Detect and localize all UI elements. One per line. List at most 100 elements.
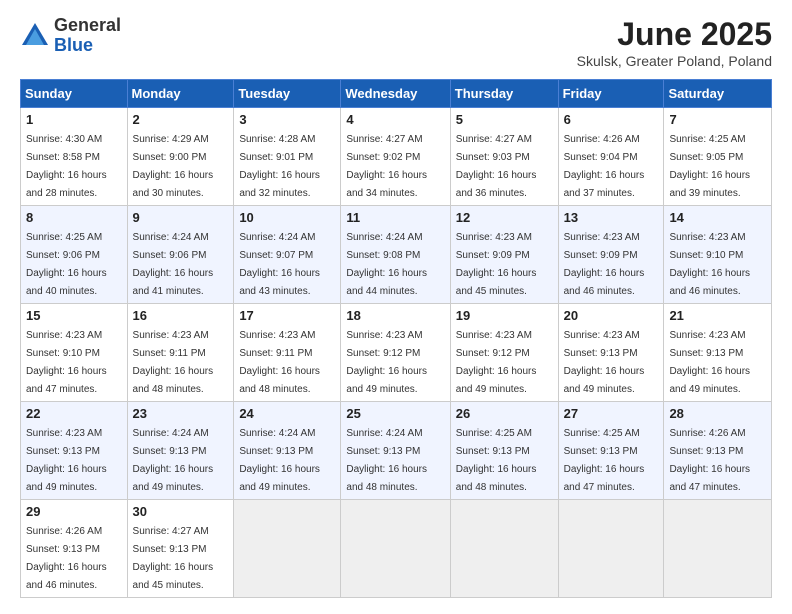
- day-number: 27: [564, 406, 659, 421]
- day-number: 1: [26, 112, 122, 127]
- day-info: Sunrise: 4:24 AMSunset: 9:13 PMDaylight:…: [133, 428, 214, 493]
- day-number: 18: [346, 308, 444, 323]
- table-row: 2 Sunrise: 4:29 AMSunset: 9:00 PMDayligh…: [127, 108, 234, 206]
- day-info: Sunrise: 4:23 AMSunset: 9:09 PMDaylight:…: [564, 232, 645, 297]
- day-number: 23: [133, 406, 229, 421]
- calendar-table: Sunday Monday Tuesday Wednesday Thursday…: [20, 79, 772, 598]
- day-number: 9: [133, 210, 229, 225]
- day-info: Sunrise: 4:28 AMSunset: 9:01 PMDaylight:…: [239, 134, 320, 199]
- table-row: 1 Sunrise: 4:30 AMSunset: 8:58 PMDayligh…: [21, 108, 128, 206]
- table-row: 13 Sunrise: 4:23 AMSunset: 9:09 PMDaylig…: [558, 206, 664, 304]
- day-info: Sunrise: 4:23 AMSunset: 9:12 PMDaylight:…: [346, 330, 427, 395]
- day-number: 4: [346, 112, 444, 127]
- table-row: 26 Sunrise: 4:25 AMSunset: 9:13 PMDaylig…: [450, 402, 558, 500]
- day-number: 22: [26, 406, 122, 421]
- table-row: 25 Sunrise: 4:24 AMSunset: 9:13 PMDaylig…: [341, 402, 450, 500]
- day-number: 6: [564, 112, 659, 127]
- day-info: Sunrise: 4:23 AMSunset: 9:11 PMDaylight:…: [239, 330, 320, 395]
- table-row: 4 Sunrise: 4:27 AMSunset: 9:02 PMDayligh…: [341, 108, 450, 206]
- logo-icon: [20, 21, 50, 51]
- day-info: Sunrise: 4:23 AMSunset: 9:11 PMDaylight:…: [133, 330, 214, 395]
- day-number: 29: [26, 504, 122, 519]
- day-info: Sunrise: 4:23 AMSunset: 9:09 PMDaylight:…: [456, 232, 537, 297]
- day-info: Sunrise: 4:23 AMSunset: 9:13 PMDaylight:…: [669, 330, 750, 395]
- table-row: 29 Sunrise: 4:26 AMSunset: 9:13 PMDaylig…: [21, 500, 128, 598]
- day-number: 10: [239, 210, 335, 225]
- day-info: Sunrise: 4:27 AMSunset: 9:13 PMDaylight:…: [133, 526, 214, 591]
- calendar-row: 29 Sunrise: 4:26 AMSunset: 9:13 PMDaylig…: [21, 500, 772, 598]
- day-number: 26: [456, 406, 553, 421]
- table-row: 8 Sunrise: 4:25 AMSunset: 9:06 PMDayligh…: [21, 206, 128, 304]
- table-row: 9 Sunrise: 4:24 AMSunset: 9:06 PMDayligh…: [127, 206, 234, 304]
- day-number: 16: [133, 308, 229, 323]
- day-info: Sunrise: 4:23 AMSunset: 9:12 PMDaylight:…: [456, 330, 537, 395]
- day-info: Sunrise: 4:24 AMSunset: 9:13 PMDaylight:…: [239, 428, 320, 493]
- day-number: 2: [133, 112, 229, 127]
- table-row: 17 Sunrise: 4:23 AMSunset: 9:11 PMDaylig…: [234, 304, 341, 402]
- day-number: 21: [669, 308, 766, 323]
- header-wednesday: Wednesday: [341, 80, 450, 108]
- table-row: 3 Sunrise: 4:28 AMSunset: 9:01 PMDayligh…: [234, 108, 341, 206]
- table-row: 16 Sunrise: 4:23 AMSunset: 9:11 PMDaylig…: [127, 304, 234, 402]
- logo-text: General Blue: [54, 16, 121, 56]
- logo-blue: Blue: [54, 36, 121, 56]
- logo-general: General: [54, 16, 121, 36]
- calendar-row: 15 Sunrise: 4:23 AMSunset: 9:10 PMDaylig…: [21, 304, 772, 402]
- day-info: Sunrise: 4:24 AMSunset: 9:07 PMDaylight:…: [239, 232, 320, 297]
- day-number: 20: [564, 308, 659, 323]
- table-row: 10 Sunrise: 4:24 AMSunset: 9:07 PMDaylig…: [234, 206, 341, 304]
- day-info: Sunrise: 4:27 AMSunset: 9:02 PMDaylight:…: [346, 134, 427, 199]
- day-info: Sunrise: 4:26 AMSunset: 9:04 PMDaylight:…: [564, 134, 645, 199]
- day-number: 8: [26, 210, 122, 225]
- day-info: Sunrise: 4:26 AMSunset: 9:13 PMDaylight:…: [669, 428, 750, 493]
- day-number: 14: [669, 210, 766, 225]
- page: General Blue June 2025 Skulsk, Greater P…: [0, 0, 792, 614]
- header-saturday: Saturday: [664, 80, 772, 108]
- table-row: 6 Sunrise: 4:26 AMSunset: 9:04 PMDayligh…: [558, 108, 664, 206]
- calendar-row: 1 Sunrise: 4:30 AMSunset: 8:58 PMDayligh…: [21, 108, 772, 206]
- day-info: Sunrise: 4:24 AMSunset: 9:13 PMDaylight:…: [346, 428, 427, 493]
- day-info: Sunrise: 4:27 AMSunset: 9:03 PMDaylight:…: [456, 134, 537, 199]
- day-number: 11: [346, 210, 444, 225]
- table-row: 28 Sunrise: 4:26 AMSunset: 9:13 PMDaylig…: [664, 402, 772, 500]
- day-number: 13: [564, 210, 659, 225]
- day-info: Sunrise: 4:25 AMSunset: 9:06 PMDaylight:…: [26, 232, 107, 297]
- table-row: 20 Sunrise: 4:23 AMSunset: 9:13 PMDaylig…: [558, 304, 664, 402]
- table-row: [450, 500, 558, 598]
- day-info: Sunrise: 4:25 AMSunset: 9:13 PMDaylight:…: [456, 428, 537, 493]
- table-row: 27 Sunrise: 4:25 AMSunset: 9:13 PMDaylig…: [558, 402, 664, 500]
- day-info: Sunrise: 4:30 AMSunset: 8:58 PMDaylight:…: [26, 134, 107, 199]
- day-number: 5: [456, 112, 553, 127]
- table-row: 19 Sunrise: 4:23 AMSunset: 9:12 PMDaylig…: [450, 304, 558, 402]
- day-number: 3: [239, 112, 335, 127]
- day-number: 28: [669, 406, 766, 421]
- day-info: Sunrise: 4:23 AMSunset: 9:10 PMDaylight:…: [669, 232, 750, 297]
- table-row: 14 Sunrise: 4:23 AMSunset: 9:10 PMDaylig…: [664, 206, 772, 304]
- logo: General Blue: [20, 16, 121, 56]
- day-info: Sunrise: 4:25 AMSunset: 9:05 PMDaylight:…: [669, 134, 750, 199]
- location: Skulsk, Greater Poland, Poland: [577, 53, 772, 69]
- header-row: Sunday Monday Tuesday Wednesday Thursday…: [21, 80, 772, 108]
- table-row: 18 Sunrise: 4:23 AMSunset: 9:12 PMDaylig…: [341, 304, 450, 402]
- table-row: [558, 500, 664, 598]
- table-row: 21 Sunrise: 4:23 AMSunset: 9:13 PMDaylig…: [664, 304, 772, 402]
- calendar-row: 8 Sunrise: 4:25 AMSunset: 9:06 PMDayligh…: [21, 206, 772, 304]
- day-info: Sunrise: 4:23 AMSunset: 9:13 PMDaylight:…: [564, 330, 645, 395]
- table-row: 7 Sunrise: 4:25 AMSunset: 9:05 PMDayligh…: [664, 108, 772, 206]
- day-number: 15: [26, 308, 122, 323]
- day-number: 30: [133, 504, 229, 519]
- table-row: 15 Sunrise: 4:23 AMSunset: 9:10 PMDaylig…: [21, 304, 128, 402]
- table-row: [341, 500, 450, 598]
- header-thursday: Thursday: [450, 80, 558, 108]
- day-info: Sunrise: 4:26 AMSunset: 9:13 PMDaylight:…: [26, 526, 107, 591]
- table-row: [234, 500, 341, 598]
- table-row: 12 Sunrise: 4:23 AMSunset: 9:09 PMDaylig…: [450, 206, 558, 304]
- day-info: Sunrise: 4:25 AMSunset: 9:13 PMDaylight:…: [564, 428, 645, 493]
- table-row: 24 Sunrise: 4:24 AMSunset: 9:13 PMDaylig…: [234, 402, 341, 500]
- day-number: 25: [346, 406, 444, 421]
- day-info: Sunrise: 4:24 AMSunset: 9:06 PMDaylight:…: [133, 232, 214, 297]
- header-sunday: Sunday: [21, 80, 128, 108]
- table-row: 22 Sunrise: 4:23 AMSunset: 9:13 PMDaylig…: [21, 402, 128, 500]
- day-info: Sunrise: 4:29 AMSunset: 9:00 PMDaylight:…: [133, 134, 214, 199]
- day-number: 17: [239, 308, 335, 323]
